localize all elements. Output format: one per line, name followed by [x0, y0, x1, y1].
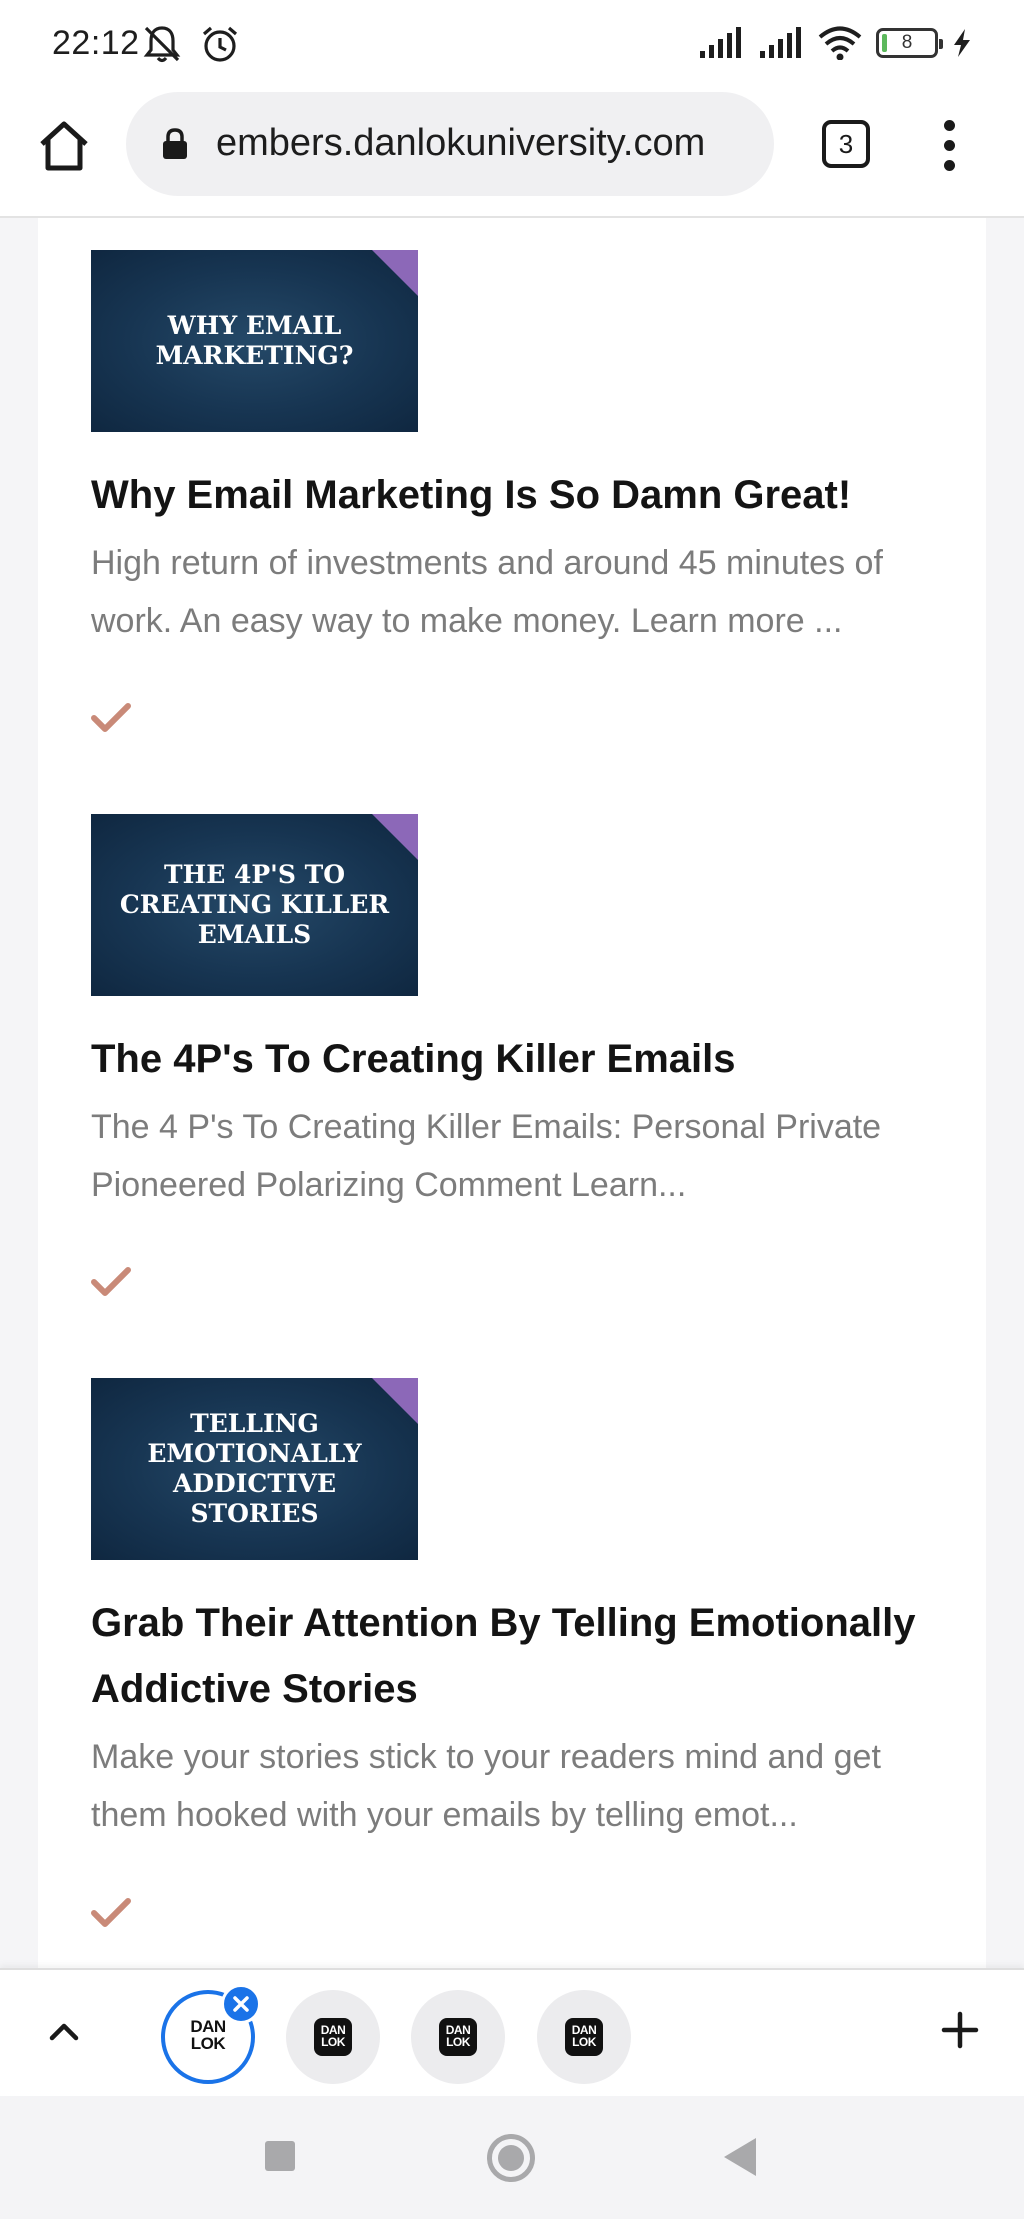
wifi-icon [818, 26, 862, 60]
tab[interactable]: DAN LOK [286, 1990, 380, 2084]
overflow-menu-icon[interactable] [930, 118, 970, 174]
mute-icon [143, 26, 181, 63]
lesson-thumbnail[interactable]: THE 4P'S TO CREATING KILLER EMAILS [91, 814, 418, 996]
lesson-card[interactable]: WHY EMAIL MARKETING? Why Email Marketing… [91, 250, 951, 650]
tab-active[interactable]: DAN LOK [161, 1984, 261, 2084]
lesson-description: High return of investments and around 45… [91, 544, 883, 640]
status-time: 22:12 [52, 24, 140, 62]
lesson-thumbnail[interactable]: WHY EMAIL MARKETING? [91, 250, 418, 432]
url-bar[interactable]: embers.danlokuniversity.com [126, 92, 774, 196]
chevron-up-icon[interactable] [44, 2012, 84, 2052]
lesson-title[interactable]: Grab Their Attention By Telling Emotiona… [91, 1590, 951, 1722]
lesson-card[interactable]: THE 4P'S TO CREATING KILLER EMAILS The 4… [91, 814, 951, 1214]
tab[interactable]: DAN LOK [537, 1990, 631, 2084]
home-icon[interactable] [34, 116, 94, 176]
thumbnail-text: THE 4P'S TO CREATING KILLER EMAILS [119, 860, 390, 949]
alarm-icon [202, 26, 238, 62]
lesson-title[interactable]: Why Email Marketing Is So Damn Great! [91, 462, 951, 528]
browser-toolbar: embers.danlokuniversity.com 3 [0, 88, 1024, 218]
signal-icon [700, 27, 741, 58]
status-right-icons: 8 [698, 26, 972, 60]
lesson-description: The 4 P's To Creating Killer Emails: Per… [91, 1108, 882, 1204]
back-button[interactable] [724, 2138, 756, 2176]
battery-level: 8 [901, 32, 913, 53]
check-icon [91, 1267, 131, 1296]
battery-icon: 8 [876, 28, 943, 58]
danlok-logo: DAN LOK [314, 2018, 352, 2056]
lesson-card[interactable]: TELLING EMOTIONALLY ADDICTIVE STORIES Gr… [91, 1378, 951, 1844]
recents-button[interactable] [265, 2141, 295, 2171]
screen: 22:12 8 embers.danlokuniversity.com 3 WH… [0, 0, 1024, 2219]
home-button[interactable] [487, 2134, 535, 2182]
danlok-logo: DAN LOK [439, 2018, 477, 2056]
danlok-logo: DAN LOK [184, 2013, 232, 2061]
url-text[interactable]: embers.danlokuniversity.com [216, 122, 761, 165]
thumbnail-text: WHY EMAIL MARKETING? [155, 311, 354, 370]
check-icon [91, 703, 131, 732]
thumbnail-text: TELLING EMOTIONALLY ADDICTIVE STORIES [147, 1409, 362, 1528]
lesson-title[interactable]: The 4P's To Creating Killer Emails [91, 1026, 951, 1092]
status-bar: 22:12 8 [0, 0, 1024, 88]
danlok-logo: DAN LOK [565, 2018, 603, 2056]
signal-icon [760, 27, 801, 58]
status-left-icons [140, 22, 242, 66]
lesson-thumbnail[interactable]: TELLING EMOTIONALLY ADDICTIVE STORIES [91, 1378, 418, 1560]
charging-icon [954, 29, 970, 57]
new-tab-icon[interactable] [940, 2010, 980, 2050]
lock-icon [163, 128, 187, 159]
lesson-list: WHY EMAIL MARKETING? Why Email Marketing… [38, 218, 986, 1968]
check-icon [91, 1898, 131, 1927]
system-nav-bar [0, 2096, 1024, 2219]
tab-strip: DAN LOK DAN LOK DAN LOK DAN LOK [0, 1968, 1024, 2096]
tab-switcher-button[interactable]: 3 [822, 120, 870, 168]
tab[interactable]: DAN LOK [411, 1990, 505, 2084]
close-tab-button[interactable] [221, 1984, 261, 2024]
lesson-description: Make your stories stick to your readers … [91, 1738, 881, 1834]
close-icon [233, 1996, 249, 2012]
